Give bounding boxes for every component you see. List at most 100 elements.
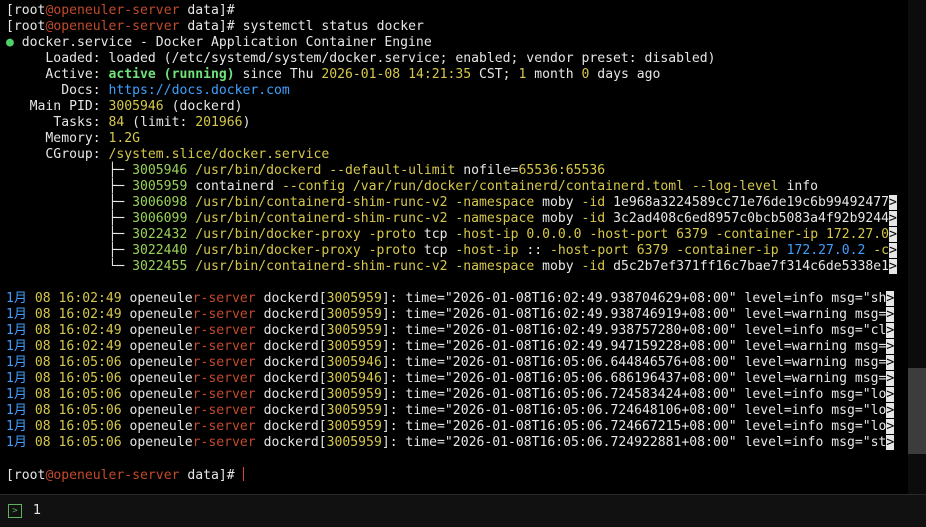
since-tz: CST; bbox=[471, 67, 519, 82]
process-cmd-part: :: bbox=[518, 243, 551, 258]
scrollbar-thumb[interactable] bbox=[908, 368, 926, 454]
log-timestamp: "2026-01-08T16:05:06.724667215+08:00" bbox=[444, 419, 737, 434]
process-cmd-part: -container-ip bbox=[715, 227, 819, 242]
prompt-host: openeuler-server bbox=[53, 19, 180, 34]
log-pid: 3005946 bbox=[326, 355, 382, 370]
log-host: openeule bbox=[129, 403, 193, 418]
log-host: r-server bbox=[192, 307, 256, 322]
log-month: 1月 bbox=[6, 387, 27, 402]
prompt-dir: data bbox=[187, 19, 219, 34]
log-bracket: ] bbox=[381, 339, 390, 354]
log-level: level=info msg="lo bbox=[744, 403, 887, 418]
prompt-symbol: # bbox=[226, 468, 243, 483]
prompt-bracket: [ bbox=[6, 468, 14, 483]
log-host: r-server bbox=[192, 355, 256, 370]
log-time-label: time= bbox=[405, 435, 445, 450]
command-line: [root@openeuler-server data]# systemctl … bbox=[6, 19, 424, 35]
truncation-marker: > bbox=[886, 339, 895, 354]
log-process: dockerd bbox=[263, 323, 319, 338]
log-day: 08 bbox=[34, 339, 51, 354]
log-day: 08 bbox=[34, 419, 51, 434]
process-cmd-part: -host-ip bbox=[455, 227, 519, 242]
terminal-icon[interactable]: > bbox=[8, 504, 22, 518]
service-title: docker.service - Docker Application Cont… bbox=[21, 35, 432, 50]
log-month: 1月 bbox=[6, 355, 27, 370]
memory-row: Memory: 1.2G bbox=[6, 131, 140, 147]
log-level: level=info msg="lo bbox=[744, 387, 887, 402]
memory-label: Memory: bbox=[45, 131, 101, 146]
log-bracket: ] bbox=[381, 323, 390, 338]
log-host: openeule bbox=[129, 387, 193, 402]
process-cmd-part: --default-ulimit bbox=[329, 163, 456, 178]
log-month: 1月 bbox=[6, 307, 27, 322]
uptime-months-label: month bbox=[526, 67, 582, 82]
log-entry: 1月 08 16:02:49 openeuler-server dockerd[… bbox=[6, 323, 895, 339]
log-timestamp: "2026-01-08T16:05:06.724583424+08:00" bbox=[444, 387, 737, 402]
process-cmd-part: 0.0.0.0 bbox=[526, 227, 582, 242]
log-month: 1月 bbox=[6, 371, 27, 386]
memory-value: 1.2G bbox=[108, 131, 141, 146]
process-cmd-part: 1e968a3224589cc71e76de19c6b99492477 bbox=[605, 195, 889, 210]
since-prefix: since Thu bbox=[234, 67, 322, 82]
process-cmd-part: 172.27.0 bbox=[825, 227, 890, 242]
tree-branch: ├─ bbox=[108, 243, 133, 258]
tree-branch: ├─ bbox=[108, 211, 133, 226]
tasks-label: Tasks: bbox=[53, 115, 101, 130]
log-bracket: [ bbox=[318, 291, 327, 306]
log-colon: : bbox=[389, 323, 406, 338]
log-host: r-server bbox=[192, 419, 256, 434]
status-dot-icon: ● bbox=[6, 35, 14, 50]
tab-number[interactable]: 1 bbox=[33, 503, 41, 519]
log-bracket: ] bbox=[381, 419, 390, 434]
tree-branch: ├─ bbox=[108, 163, 133, 178]
current-prompt[interactable]: [root@openeuler-server data]# bbox=[6, 467, 244, 483]
log-time-label: time= bbox=[405, 339, 445, 354]
terminal-output[interactable]: [root@openeuler-server data]# [root@open… bbox=[0, 0, 910, 494]
truncation-marker: > bbox=[886, 419, 895, 434]
tree-branch: └─ bbox=[108, 259, 133, 274]
process-cmd-part: 65536:65536 bbox=[518, 163, 606, 178]
log-time: 16:05:06 bbox=[58, 435, 122, 450]
log-day: 08 bbox=[34, 323, 51, 338]
log-colon: : bbox=[389, 291, 406, 306]
log-host: openeule bbox=[129, 355, 193, 370]
log-host: openeule bbox=[129, 291, 193, 306]
process-cmd-part: moby bbox=[534, 195, 582, 210]
process-cmd-part: 172.27.0.2 bbox=[786, 243, 866, 258]
log-bracket: [ bbox=[318, 355, 327, 370]
log-entry: 1月 08 16:05:06 openeuler-server dockerd[… bbox=[6, 435, 895, 451]
log-colon: : bbox=[389, 403, 406, 418]
prompt-user: root bbox=[13, 3, 46, 18]
tasks-limit-prefix: (limit: bbox=[124, 115, 196, 130]
prompt-symbol: # bbox=[226, 19, 243, 34]
terminal-tab-bar: > 1 bbox=[0, 494, 926, 527]
docs-link[interactable]: https://docs.docker.com bbox=[109, 83, 290, 98]
log-host: openeule bbox=[129, 435, 193, 450]
tasks-limit-suffix: ) bbox=[242, 115, 251, 130]
log-time-label: time= bbox=[405, 371, 445, 386]
prompt-dir: data bbox=[187, 3, 219, 18]
log-entry: 1月 08 16:05:06 openeuler-server dockerd[… bbox=[6, 419, 895, 435]
process-cmd-part: -host-port bbox=[550, 243, 629, 258]
log-process: dockerd bbox=[263, 339, 319, 354]
truncation-marker: > bbox=[886, 403, 895, 418]
process-cmd-part: -namespace bbox=[455, 211, 535, 226]
log-timestamp: "2026-01-08T16:05:06.724922881+08:00" bbox=[444, 435, 737, 450]
prompt-host: openeuler-server bbox=[53, 468, 180, 483]
log-host: r-server bbox=[192, 323, 256, 338]
